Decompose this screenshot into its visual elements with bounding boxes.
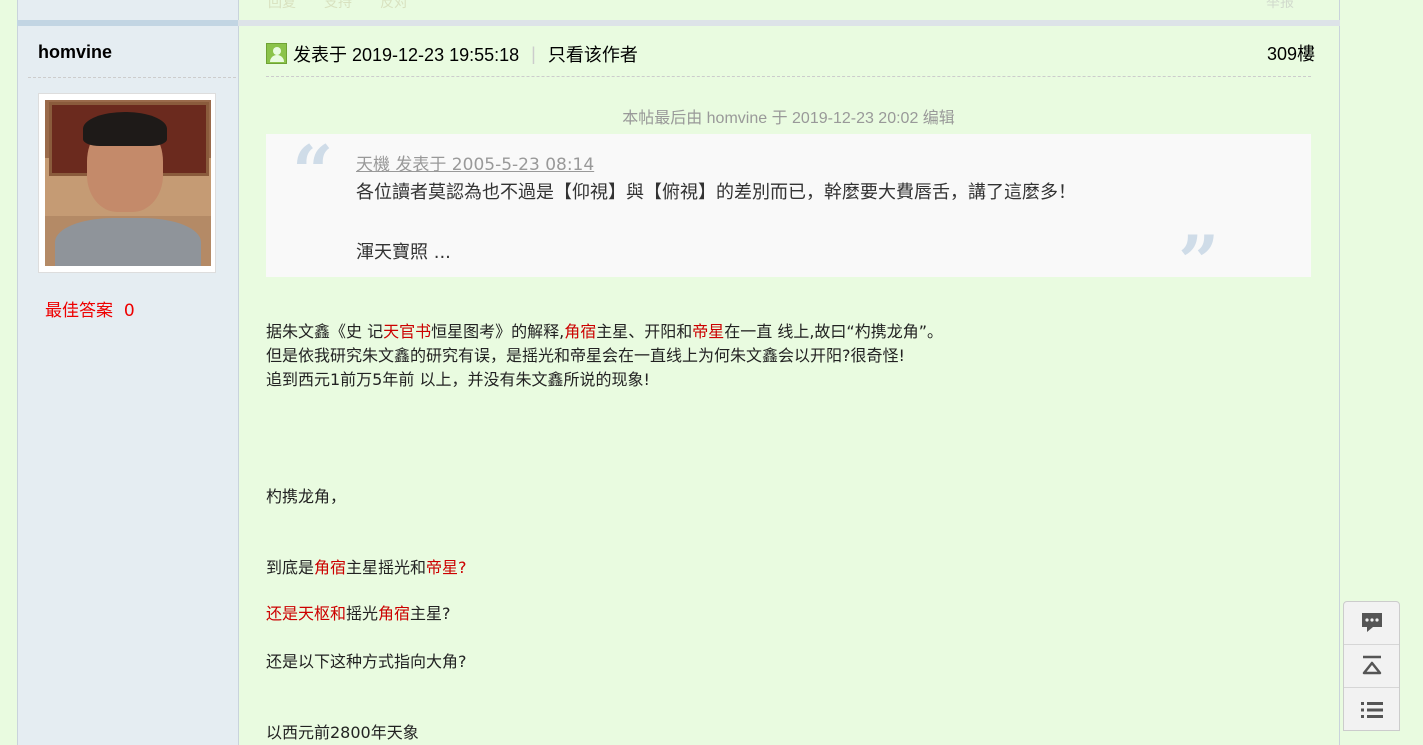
- body-text: 到底是: [266, 558, 315, 577]
- quote-text-line: 各位讀者莫認為也不過是【仰視】與【俯視】的差別而已，幹麼要大費唇舌，講了這麼多！: [356, 182, 1076, 203]
- body-highlight: 角宿: [564, 322, 597, 341]
- body-line: 杓携龙角，: [266, 487, 347, 506]
- quote-cite-link[interactable]: 天機 发表于 2005-5-23 08:14: [356, 150, 594, 175]
- online-user-icon: [266, 43, 287, 64]
- body-text: 恒星图考》的解释,: [431, 322, 565, 341]
- avatar[interactable]: [38, 93, 216, 273]
- body-highlight: 帝星?: [426, 558, 467, 577]
- support-link[interactable]: 支持: [324, 0, 352, 11]
- only-author-link[interactable]: 只看该作者: [548, 41, 638, 67]
- body-line: 还是以下这种方式指向大角?: [266, 652, 467, 671]
- best-answer-count: 0: [123, 301, 135, 321]
- body-text: 在一直 线上,故曰“杓携龙角”。: [724, 322, 944, 341]
- body-highlight: 帝星: [692, 322, 725, 341]
- body-line: 到底是角宿主星摇光和帝星?: [266, 554, 467, 578]
- body-line: 但是依我研究朱文鑫的研究有误，是摇光和帝星会在一直线上为何朱文鑫会以开阳?很奇怪…: [266, 346, 905, 365]
- body-text: 主星?: [410, 604, 451, 623]
- author-name[interactable]: homvine: [38, 42, 112, 63]
- avatar-image: [45, 100, 211, 266]
- best-answer-label: 最佳答案: [45, 301, 113, 321]
- body-text: 主星、开阳和: [596, 322, 693, 341]
- floating-toolbar: [1343, 601, 1400, 731]
- body-highlight: 角宿: [314, 558, 347, 577]
- body-line: 还是天枢和摇光角宿主星?: [266, 600, 451, 624]
- author-separator: [28, 77, 236, 78]
- best-answer[interactable]: 最佳答案 0: [45, 296, 135, 321]
- post-time: 发表于 2019-12-23 19:55:18: [293, 45, 520, 65]
- post-right-border: [1339, 0, 1340, 745]
- edit-note: 本帖最后由 homvine 于 2019-12-23 20:02 编辑: [622, 110, 955, 127]
- post-meta: 发表于 2019-12-23 19:55:18 | 只看该作者: [293, 41, 638, 67]
- comment-icon: [1361, 613, 1382, 632]
- header-separator: [266, 76, 1311, 77]
- back-to-top-button[interactable]: [1344, 645, 1399, 688]
- reply-link[interactable]: 回复: [268, 0, 296, 11]
- post-divider-right: [238, 20, 1340, 26]
- quote-text-line: 渾天寶照 ...: [356, 242, 451, 263]
- body-line: 以西元前2800年天象: [266, 723, 419, 742]
- quote-block: “ 天機 发表于 2005-5-23 08:14 各位讀者莫認為也不過是【仰視】…: [266, 129, 1311, 298]
- meta-pipe: |: [531, 43, 536, 64]
- body-highlight: 角宿: [378, 604, 411, 623]
- quote-close-icon: ”: [1178, 219, 1220, 304]
- list-icon: [1360, 701, 1383, 718]
- body-line: 追到西元1前万5年前 以上，并没有朱文鑫所说的现象!: [266, 370, 650, 389]
- report-link[interactable]: 举报: [1266, 0, 1294, 12]
- body-highlight: 还是天枢和: [266, 604, 347, 623]
- floor-number[interactable]: 309樓: [1267, 40, 1315, 66]
- body-text: 主星摇光和: [346, 558, 427, 577]
- body-text: 摇光: [346, 604, 379, 623]
- back-to-top-icon: [1362, 655, 1381, 675]
- body-highlight: 天官书: [383, 322, 432, 341]
- body-text: 据朱文鑫《史 记: [266, 322, 384, 341]
- oppose-link[interactable]: 反对: [380, 0, 408, 11]
- quote-open-icon: “: [292, 129, 334, 214]
- list-button[interactable]: [1344, 688, 1399, 731]
- previous-post-actions: 回复 支持 反对: [268, 0, 408, 11]
- body-line: 据朱文鑫《史 记天官书恒星图考》的解释,角宿主星、开阳和帝星在一直 线上,故曰“…: [266, 318, 943, 342]
- comment-button[interactable]: [1344, 602, 1399, 645]
